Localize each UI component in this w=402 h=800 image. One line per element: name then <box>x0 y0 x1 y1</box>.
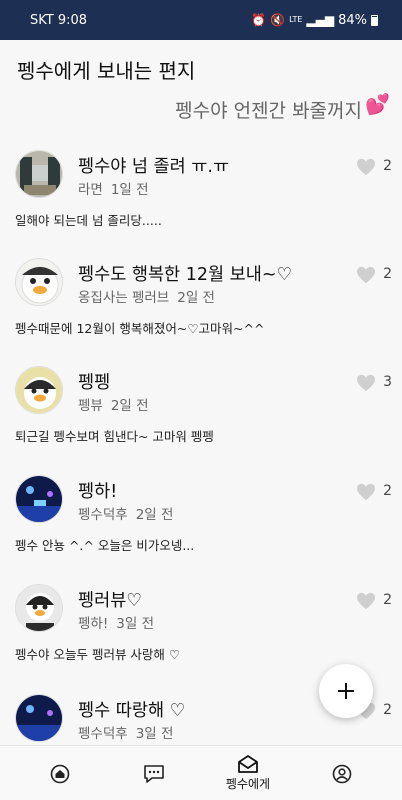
bottom-nav: 펭수에게 <box>0 745 402 800</box>
post-meta: 라면 1일 전 <box>78 178 149 198</box>
post-meta: 펭하! 3일 전 <box>78 612 154 632</box>
like-count: 2 <box>383 702 392 718</box>
nav-letters-label: 펭수에게 <box>225 777 271 791</box>
post-title[interactable]: 펭수도 행복한 12월 보내~♡ <box>78 261 292 286</box>
heart-icon[interactable] <box>356 158 376 176</box>
avatar <box>15 366 63 414</box>
post-body: 일해야 되는데 넘 졸리당..... <box>15 213 162 228</box>
heart-icon[interactable] <box>356 374 376 392</box>
post-author: 옹집사는 펭러브 <box>78 290 170 306</box>
mute-icon: 🔇 <box>270 13 286 27</box>
post-title[interactable]: 펭펭 <box>78 369 110 394</box>
status-bar: SKT 9:08 ⏰ 🔇 LTE ▂▄▆ 84% <box>0 0 402 40</box>
chat-icon <box>144 764 164 783</box>
sparkling-heart-icon: 💕 <box>365 92 390 116</box>
heart-icon[interactable] <box>356 592 376 610</box>
post-time: 3일 전 <box>116 616 154 632</box>
post-body: 펭수야 오늘두 펭러뷰 사랑해 ♡ <box>15 647 181 662</box>
list-item[interactable]: 펭하! 펭수덕후 2일 전 2 펭수 안뇽 ^.^ 오늘은 비가오넹... <box>0 475 402 585</box>
post-body: 펭수때문에 12월이 행복해졌어~♡고마워~^^ <box>15 321 265 336</box>
post-author: 라면 <box>78 182 103 198</box>
avatar <box>15 475 63 523</box>
heart-icon[interactable] <box>356 483 376 501</box>
home-icon <box>50 764 70 783</box>
network-type: LTE <box>289 15 303 24</box>
signal-icon: ▂▄▆ <box>306 13 335 27</box>
like-count: 2 <box>383 266 392 282</box>
post-meta: 옹집사는 펭러브 2일 전 <box>78 286 215 306</box>
post-time: 1일 전 <box>110 182 149 198</box>
like-count: 3 <box>383 374 392 390</box>
post-author: 펭수덕후 <box>78 507 128 523</box>
post-author: 펭뷰 <box>78 398 103 414</box>
like-count: 2 <box>383 592 392 608</box>
list-item[interactable]: 펭펭 펭뷰 2일 전 3 퇴근길 펭수보며 힘낸다~ 고마워 펭펭 <box>0 366 402 476</box>
page-title: 펭수에게 보내는 편지 <box>17 59 196 83</box>
list-item[interactable]: 펭수도 행복한 12월 보내~♡ 옹집사는 펭러브 2일 전 2 펭수때문에 12… <box>0 258 402 368</box>
post-author: 펭수덕후 <box>78 726 128 742</box>
like-count: 2 <box>383 158 392 174</box>
profile-icon <box>332 764 352 783</box>
battery-icon <box>371 14 378 26</box>
post-time: 2일 전 <box>177 290 215 306</box>
envelope-open-icon <box>238 755 258 773</box>
add-post-button[interactable] <box>319 664 373 718</box>
nav-profile[interactable] <box>326 746 358 800</box>
plus-icon <box>338 683 354 699</box>
post-time: 2일 전 <box>135 507 174 523</box>
post-meta: 펭수덕후 3일 전 <box>78 722 173 742</box>
avatar <box>15 258 63 306</box>
alarm-icon: ⏰ <box>251 13 267 27</box>
heart-icon[interactable] <box>356 266 376 284</box>
post-title[interactable]: 펭수야 넘 졸려 ㅠ.ㅠ <box>78 153 229 178</box>
post-time: 3일 전 <box>135 726 174 742</box>
post-author: 펭하! <box>78 616 109 632</box>
post-time: 2일 전 <box>110 398 149 414</box>
post-title[interactable]: 펭러뷰♡ <box>78 587 142 612</box>
nav-home[interactable] <box>44 746 76 800</box>
post-meta: 펭뷰 2일 전 <box>78 394 149 414</box>
carrier-time: SKT 9:08 <box>30 12 88 28</box>
post-body: 펭수 안뇽 ^.^ 오늘은 비가오넹... <box>15 538 195 553</box>
post-meta: 펭수덕후 2일 전 <box>78 503 173 523</box>
avatar <box>15 150 63 198</box>
nav-letters[interactable]: 펭수에게 <box>212 746 284 800</box>
avatar <box>15 694 63 742</box>
like-count: 2 <box>383 483 392 499</box>
post-title[interactable]: 펭수 따랑해 ♡ <box>78 697 185 722</box>
post-title[interactable]: 펭하! <box>78 478 117 503</box>
list-item[interactable]: 펭수야 넘 졸려 ㅠ.ㅠ 라면 1일 전 2 일해야 되는데 넘 졸리당..... <box>0 150 402 260</box>
status-icons: ⏰ 🔇 LTE ▂▄▆ 84% <box>251 13 378 28</box>
battery-percent: 84% <box>338 12 367 28</box>
nav-chat[interactable] <box>138 746 170 800</box>
page-subtitle: 펭수야 언젠간 봐줄꺼지 <box>175 100 362 122</box>
post-body: 퇴근길 펭수보며 힘낸다~ 고마워 펭펭 <box>15 429 214 444</box>
avatar <box>15 584 63 632</box>
